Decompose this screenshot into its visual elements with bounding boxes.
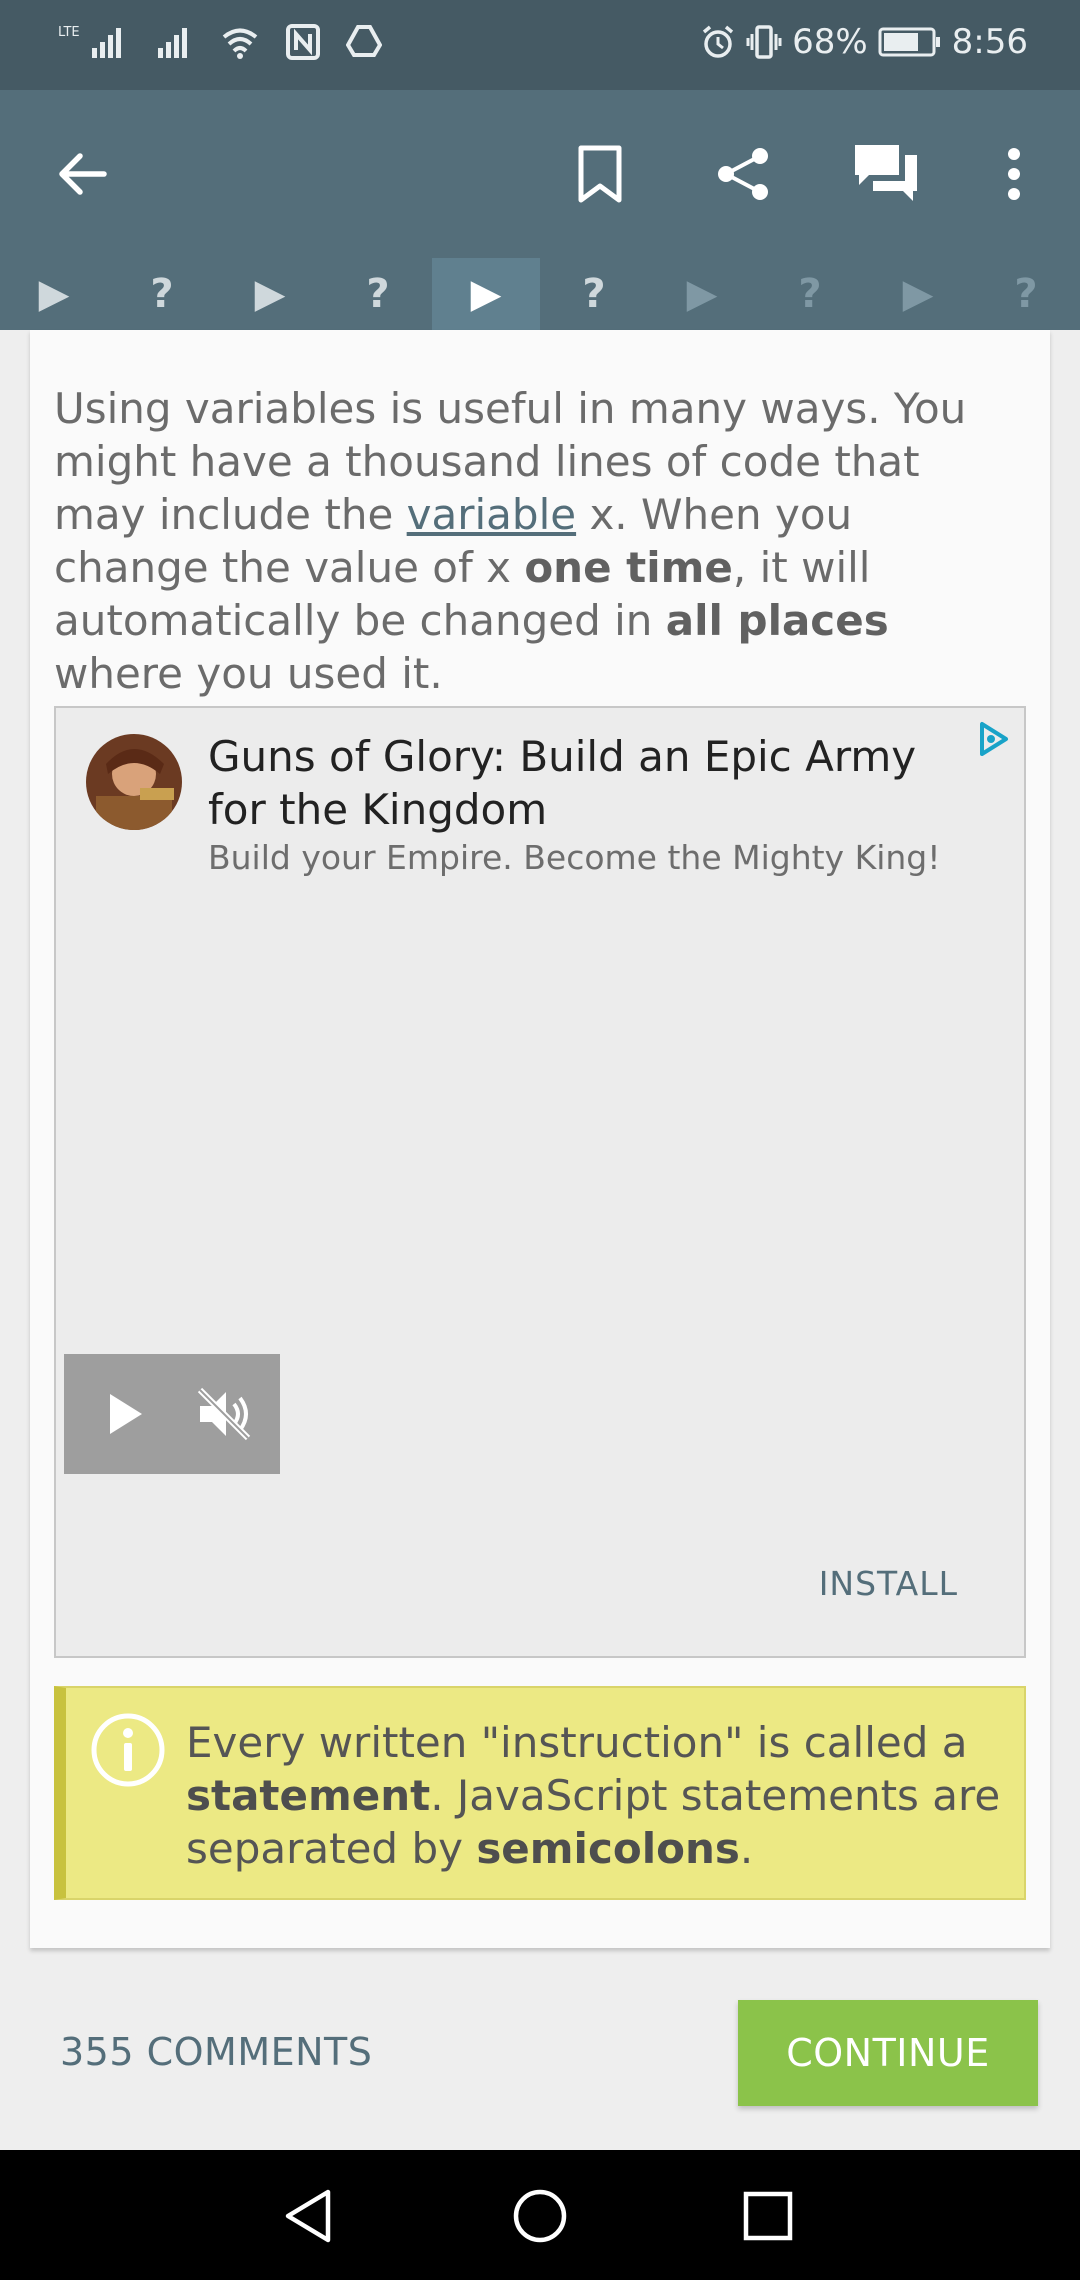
step-4-quiz[interactable]: ?: [324, 258, 432, 330]
continue-button[interactable]: CONTINUE: [738, 2000, 1038, 2106]
question-icon: ?: [582, 271, 606, 317]
triangle-back-icon: [285, 2189, 331, 2243]
comments-button[interactable]: [840, 128, 932, 220]
drive-icon: [346, 25, 382, 59]
play-icon: ▶: [254, 271, 286, 317]
install-button[interactable]: INSTALL: [819, 1564, 958, 1603]
more-vert-icon: [1008, 148, 1020, 200]
back-button[interactable]: [36, 128, 128, 220]
play-icon: ▶: [470, 271, 502, 317]
step-7-lesson[interactable]: ▶: [648, 258, 756, 330]
status-bar: LTE 68% 8:56: [0, 0, 1080, 90]
system-nav-bar: [0, 2150, 1080, 2280]
ad-title[interactable]: Guns of Glory: Build an Epic Army for th…: [208, 730, 948, 836]
battery-percent: 68%: [792, 22, 868, 62]
variable-link[interactable]: variable: [407, 490, 576, 539]
ad-unit[interactable]: Guns of Glory: Build an Epic Army for th…: [54, 706, 1026, 1658]
comments-icon: [855, 145, 917, 201]
play-icon: [110, 1394, 142, 1434]
volume-off-icon: [197, 1387, 251, 1441]
signal-icon: [154, 22, 194, 62]
step-3-lesson[interactable]: ▶: [216, 258, 324, 330]
step-6-quiz[interactable]: ?: [540, 258, 648, 330]
nav-home-button[interactable]: [502, 2178, 578, 2254]
info-icon: [90, 1712, 166, 1788]
clock: 8:56: [951, 22, 1028, 62]
question-icon: ?: [1014, 271, 1038, 317]
alarm-icon: [700, 24, 736, 60]
bookmark-button[interactable]: [554, 128, 646, 220]
svg-text:LTE: LTE: [58, 25, 80, 40]
square-recents-icon: [743, 2191, 793, 2241]
share-icon: [718, 148, 768, 200]
note-text: Every written "instruction" is called a …: [186, 1718, 1001, 1873]
nfc-icon: [286, 24, 320, 60]
play-icon: ▶: [902, 271, 934, 317]
arrow-left-icon: [59, 153, 107, 195]
comments-link[interactable]: 355 COMMENTS: [60, 2030, 372, 2074]
lesson-paragraph: Using variables is useful in many ways. …: [54, 384, 967, 698]
lesson-steps: ▶ ? ▶ ? ▶ ? ▶ ? ▶ ?: [0, 258, 1080, 330]
step-10-quiz[interactable]: ?: [972, 258, 1080, 330]
step-1-lesson[interactable]: ▶: [0, 258, 108, 330]
step-5-lesson-current[interactable]: ▶: [432, 258, 540, 330]
bookmark-icon: [578, 145, 622, 203]
info-note: Every written "instruction" is called a …: [54, 1686, 1026, 1900]
battery-icon: [878, 26, 942, 58]
circle-home-icon: [513, 2189, 567, 2243]
question-icon: ?: [150, 271, 174, 317]
step-8-quiz[interactable]: ?: [756, 258, 864, 330]
question-icon: ?: [366, 271, 390, 317]
more-button[interactable]: [968, 128, 1060, 220]
question-icon: ?: [798, 271, 822, 317]
ad-subtitle: Build your Empire. Become the Mighty Kin…: [208, 838, 941, 877]
play-icon: ▶: [686, 271, 718, 317]
step-9-lesson[interactable]: ▶: [864, 258, 972, 330]
step-2-quiz[interactable]: ?: [108, 258, 216, 330]
wifi-icon: [220, 22, 260, 62]
mute-button[interactable]: [194, 1384, 254, 1448]
nav-recents-button[interactable]: [730, 2178, 806, 2254]
app-bar: [0, 90, 1080, 258]
share-button[interactable]: [698, 128, 790, 220]
lesson-card: Using variables is useful in many ways. …: [30, 330, 1050, 1948]
nav-back-button[interactable]: [270, 2178, 346, 2254]
vibrate-icon: [746, 24, 782, 60]
ad-app-icon[interactable]: [86, 734, 182, 830]
lte-signal-icon: LTE: [58, 22, 128, 62]
play-icon: ▶: [38, 271, 70, 317]
play-button[interactable]: [106, 1390, 146, 1442]
adchoices-icon[interactable]: [974, 720, 1012, 758]
video-controls: [64, 1354, 280, 1474]
